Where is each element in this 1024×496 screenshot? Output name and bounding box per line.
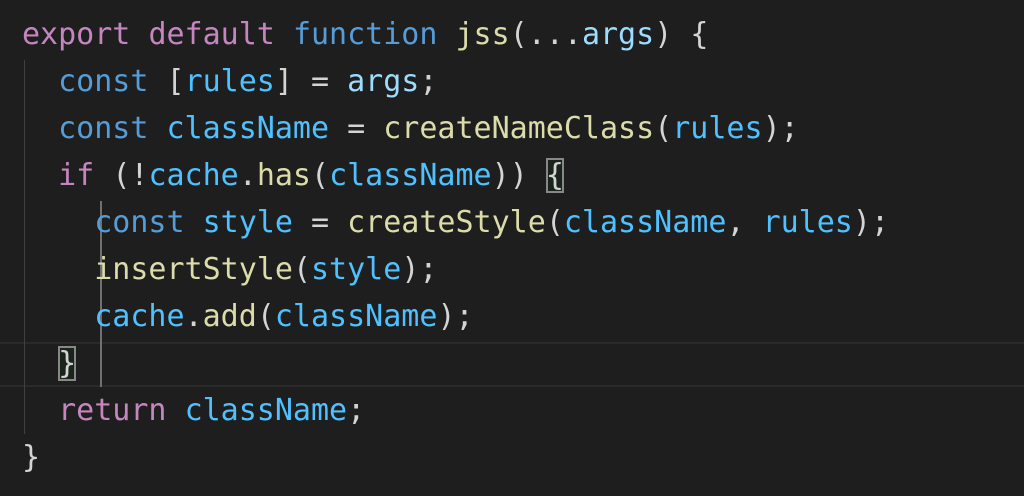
token-semicolon: ;: [455, 299, 474, 334]
token-equals: =: [311, 205, 330, 240]
token-paren-close: ): [437, 299, 456, 334]
code-line-7[interactable]: cache.add(className);: [22, 293, 474, 340]
token-insertStyle: insertStyle: [94, 252, 293, 287]
token-paren-close: ): [852, 205, 871, 240]
code-line-4[interactable]: if (!cache.has(className)) {: [22, 152, 564, 199]
token-createNameClass: createNameClass: [383, 111, 655, 146]
token-paren-open: (: [112, 158, 131, 193]
token-equals: =: [347, 111, 366, 146]
token-semicolon: ;: [419, 64, 438, 99]
token-paren-open-inner: (: [311, 158, 330, 193]
token-className: className: [563, 205, 727, 240]
token-className: className: [184, 393, 348, 428]
token-cache: cache: [94, 299, 185, 334]
token-const: const: [58, 64, 149, 99]
token-function: function: [292, 17, 438, 52]
token-paren-close: ): [401, 252, 420, 287]
token-add: add: [202, 299, 257, 334]
token-has: has: [256, 158, 311, 193]
token-paren-open: (: [256, 299, 275, 334]
code-line-5[interactable]: const style = createStyle(className, rul…: [22, 199, 889, 246]
token-args: args: [347, 64, 420, 99]
token-paren-close: ): [509, 158, 528, 193]
code-editor[interactable]: export default function jss(...args) { c…: [0, 0, 1024, 496]
token-style: style: [311, 252, 402, 287]
token-semicolon: ;: [419, 252, 438, 287]
token-className: className: [274, 299, 438, 334]
token-function-name: jss: [455, 17, 510, 52]
code-line-2[interactable]: const [rules] = args;: [22, 58, 437, 105]
token-className: className: [166, 111, 330, 146]
code-line-3[interactable]: const className = createNameClass(rules)…: [22, 105, 799, 152]
token-cache: cache: [148, 158, 239, 193]
token-args: args: [581, 17, 655, 52]
token-brace-close-matched: }: [58, 346, 77, 381]
token-paren-close-inner: ): [491, 158, 510, 193]
token-bracket-close: ]: [274, 64, 293, 99]
token-paren-open: (: [292, 252, 311, 287]
token-const: const: [94, 205, 185, 240]
token-const: const: [58, 111, 149, 146]
token-semicolon: ;: [780, 111, 799, 146]
token-comma: ,: [726, 205, 745, 240]
token-rules: rules: [672, 111, 763, 146]
token-brace-open: {: [690, 17, 709, 52]
token-default: default: [148, 17, 275, 52]
code-line-1[interactable]: export default function jss(...args) {: [22, 11, 708, 58]
token-paren-open: (: [509, 17, 528, 52]
token-not: !: [130, 158, 149, 193]
token-paren-open: (: [545, 205, 564, 240]
token-brace-open-matched: {: [545, 158, 564, 193]
token-rules: rules: [762, 205, 853, 240]
token-style: style: [202, 205, 293, 240]
token-spread: ...: [527, 17, 582, 52]
code-line-8[interactable]: }: [22, 340, 77, 387]
token-paren-open: (: [654, 111, 673, 146]
token-paren-close: ): [654, 17, 673, 52]
token-if: if: [58, 158, 95, 193]
code-line-6[interactable]: insertStyle(style);: [22, 246, 437, 293]
token-semicolon: ;: [347, 393, 366, 428]
token-rules: rules: [184, 64, 275, 99]
token-return: return: [58, 393, 167, 428]
token-brace-close: }: [22, 440, 41, 475]
token-equals: =: [311, 64, 330, 99]
token-export: export: [22, 17, 131, 52]
token-bracket-open: [: [166, 64, 185, 99]
token-dot: .: [238, 158, 257, 193]
code-line-10[interactable]: }: [22, 434, 40, 481]
token-semicolon: ;: [870, 205, 889, 240]
token-className: className: [329, 158, 492, 193]
token-createStyle: createStyle: [347, 205, 546, 240]
code-line-9[interactable]: return className;: [22, 387, 365, 434]
token-dot: .: [184, 299, 203, 334]
current-line-highlight: [0, 342, 1024, 387]
token-paren-close: ): [762, 111, 781, 146]
